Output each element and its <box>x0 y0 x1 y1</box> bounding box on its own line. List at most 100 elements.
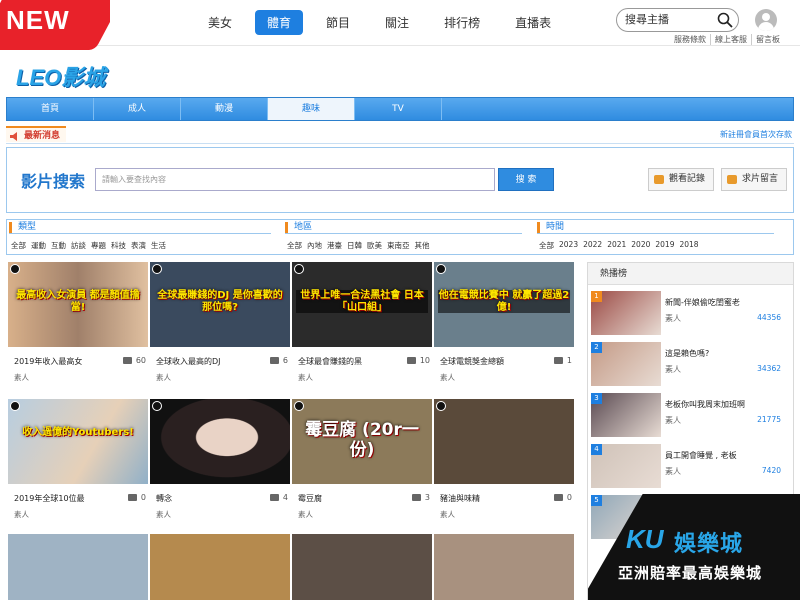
category-tab[interactable]: 趣味 <box>268 98 355 120</box>
video-card[interactable]: 轉念 4 素人 <box>150 399 290 519</box>
filter-option[interactable]: 2023 <box>559 240 578 251</box>
video-count: 6 <box>269 356 288 365</box>
filter-option[interactable]: 港臺 <box>327 240 342 251</box>
video-title[interactable]: 轉念 <box>156 493 261 504</box>
video-author: 素人 <box>298 510 313 519</box>
filter-option[interactable]: 互動 <box>51 240 66 251</box>
filter-option[interactable]: 日韓 <box>347 240 362 251</box>
hot-list-item[interactable]: 4 員工開會睡覺 , 老板 素人 7420 <box>591 444 791 490</box>
nav-item[interactable]: 體育 <box>255 10 304 35</box>
video-author: 素人 <box>298 373 313 382</box>
nav-item[interactable]: 直播表 <box>503 10 563 35</box>
filter-option[interactable]: 其他 <box>415 240 430 251</box>
category-tab[interactable]: 動漫 <box>181 98 268 120</box>
category-tab[interactable]: TV <box>355 98 442 120</box>
hot-item-title[interactable]: 老板你叫我周末加班啊 <box>665 399 745 410</box>
video-search-button[interactable]: 搜 索 <box>498 168 554 191</box>
search-icon[interactable] <box>717 12 733 28</box>
video-card[interactable] <box>8 534 148 600</box>
video-thumbnail[interactable] <box>292 534 432 600</box>
ku-advertisement[interactable]: KU 娛樂城 亞洲賠率最高娛樂城 <box>588 494 800 600</box>
filter-option[interactable]: 2019 <box>655 240 674 251</box>
video-thumbnail[interactable]: 霉豆腐 (20r一份) <box>292 399 432 484</box>
category-tab[interactable]: 首頁 <box>7 98 94 120</box>
filter-option[interactable]: 專題 <box>91 240 106 251</box>
video-search-input[interactable] <box>95 168 495 191</box>
nav-item[interactable]: 美女 <box>196 10 244 35</box>
video-card[interactable]: 他在電競比賽中 就贏了超過2億! 全球電競獎金總額 1 素人 <box>434 262 574 382</box>
history-icon <box>654 175 664 184</box>
video-card[interactable]: 收入過億的Youtubers! 2019年全球10位最 0 素人 <box>8 399 148 519</box>
header-sublink[interactable]: 線上客服 <box>711 34 752 45</box>
video-thumbnail[interactable] <box>434 399 574 484</box>
leo-logo[interactable]: LEO影城 <box>16 60 105 92</box>
video-card[interactable]: 最高收入女演員 都是顏值擔當! 2019年收入最高女 60 素人 <box>8 262 148 382</box>
video-card[interactable]: 霉豆腐 (20r一份) 霉豆腐 3 素人 <box>292 399 432 519</box>
video-card[interactable]: 豬油與味精 0 素人 <box>434 399 574 519</box>
video-title[interactable]: 霉豆腐 <box>298 493 403 504</box>
video-thumbnail[interactable]: 全球最賺錢的DJ 是你喜歡的那位嗎? <box>150 262 290 347</box>
filter-option[interactable]: 全部 <box>539 240 554 251</box>
video-title[interactable]: 2019年全球10位最 <box>14 493 119 504</box>
hot-thumbnail[interactable]: 3 <box>591 393 661 437</box>
hot-rank-badge: 3 <box>591 393 602 404</box>
header-sublink[interactable]: 留言板 <box>752 34 784 45</box>
video-thumbnail[interactable] <box>434 534 574 600</box>
header-sublinks: 服務條款 線上客服 留言板 <box>670 34 784 45</box>
video-thumbnail[interactable] <box>8 534 148 600</box>
hot-list-item[interactable]: 2 這是賴色嗎? 素人 34362 <box>591 342 791 388</box>
hot-thumbnail[interactable]: 1 <box>591 291 661 335</box>
filter-option[interactable]: 2021 <box>607 240 626 251</box>
filter-option[interactable]: 訪談 <box>71 240 86 251</box>
hot-list-item[interactable]: 3 老板你叫我周末加班啊 素人 21775 <box>591 393 791 439</box>
video-title[interactable]: 全球電競獎金總額 <box>440 356 545 367</box>
video-card[interactable] <box>434 534 574 600</box>
video-card[interactable]: 世界上唯一合法黑社會 日本「山口組」 全球最會賺錢的黑 10 素人 <box>292 262 432 382</box>
filter-option[interactable]: 全部 <box>11 240 26 251</box>
hot-item-title[interactable]: 員工開會睡覺 , 老板 <box>665 450 737 461</box>
anchor-search-input[interactable] <box>625 12 715 28</box>
video-thumbnail[interactable]: 世界上唯一合法黑社會 日本「山口組」 <box>292 262 432 347</box>
video-thumbnail[interactable]: 他在電競比賽中 就贏了超過2億! <box>434 262 574 347</box>
filter-option[interactable]: 2022 <box>583 240 602 251</box>
filter-option[interactable]: 表演 <box>131 240 146 251</box>
hot-rank-badge: 4 <box>591 444 602 455</box>
nav-item[interactable]: 排行榜 <box>432 10 492 35</box>
video-card[interactable]: 全球最賺錢的DJ 是你喜歡的那位嗎? 全球收入最高的DJ 6 素人 <box>150 262 290 382</box>
video-card[interactable] <box>150 534 290 600</box>
filter-option[interactable]: 生活 <box>151 240 166 251</box>
hot-list-item[interactable]: 1 新聞-伴娘偷吃閨蜜老 素人 44356 <box>591 291 791 337</box>
hot-thumbnail[interactable]: 4 <box>591 444 661 488</box>
hot-thumbnail[interactable]: 2 <box>591 342 661 386</box>
video-thumbnail[interactable]: 收入過億的Youtubers! <box>8 399 148 484</box>
request-video-button[interactable]: 求片留言 <box>721 168 788 191</box>
hot-item-title[interactable]: 這是賴色嗎? <box>665 348 709 359</box>
video-card[interactable] <box>292 534 432 600</box>
ku-logo: KU <box>626 524 664 554</box>
video-title[interactable]: 豬油與味精 <box>440 493 545 504</box>
filter-option[interactable]: 全部 <box>287 240 302 251</box>
video-title[interactable]: 全球收入最高的DJ <box>156 356 261 367</box>
video-thumbnail[interactable] <box>150 399 290 484</box>
watch-history-button[interactable]: 觀看記錄 <box>648 168 715 191</box>
filter-option[interactable]: 歐美 <box>367 240 382 251</box>
nav-item[interactable]: 關注 <box>373 10 421 35</box>
news-ticker[interactable]: 新註冊會員首次存款 <box>720 129 792 140</box>
video-count-value: 60 <box>135 356 146 365</box>
play-badge-icon <box>436 401 446 411</box>
video-thumbnail[interactable] <box>150 534 290 600</box>
filter-option[interactable]: 運動 <box>31 240 46 251</box>
category-tab[interactable]: 成人 <box>94 98 181 120</box>
filter-option[interactable]: 東南亞 <box>387 240 410 251</box>
filter-option[interactable]: 內地 <box>307 240 322 251</box>
user-avatar-icon[interactable] <box>755 9 777 31</box>
header-sublink[interactable]: 服務條款 <box>670 34 711 45</box>
video-thumbnail[interactable]: 最高收入女演員 都是顏值擔當! <box>8 262 148 347</box>
filter-option[interactable]: 2018 <box>679 240 698 251</box>
hot-item-title[interactable]: 新聞-伴娘偷吃閨蜜老 <box>665 297 740 308</box>
video-title[interactable]: 全球最會賺錢的黑 <box>298 356 403 367</box>
filter-option[interactable]: 科技 <box>111 240 126 251</box>
filter-option[interactable]: 2020 <box>631 240 650 251</box>
nav-item[interactable]: 節目 <box>314 10 362 35</box>
video-title[interactable]: 2019年收入最高女 <box>14 356 119 367</box>
